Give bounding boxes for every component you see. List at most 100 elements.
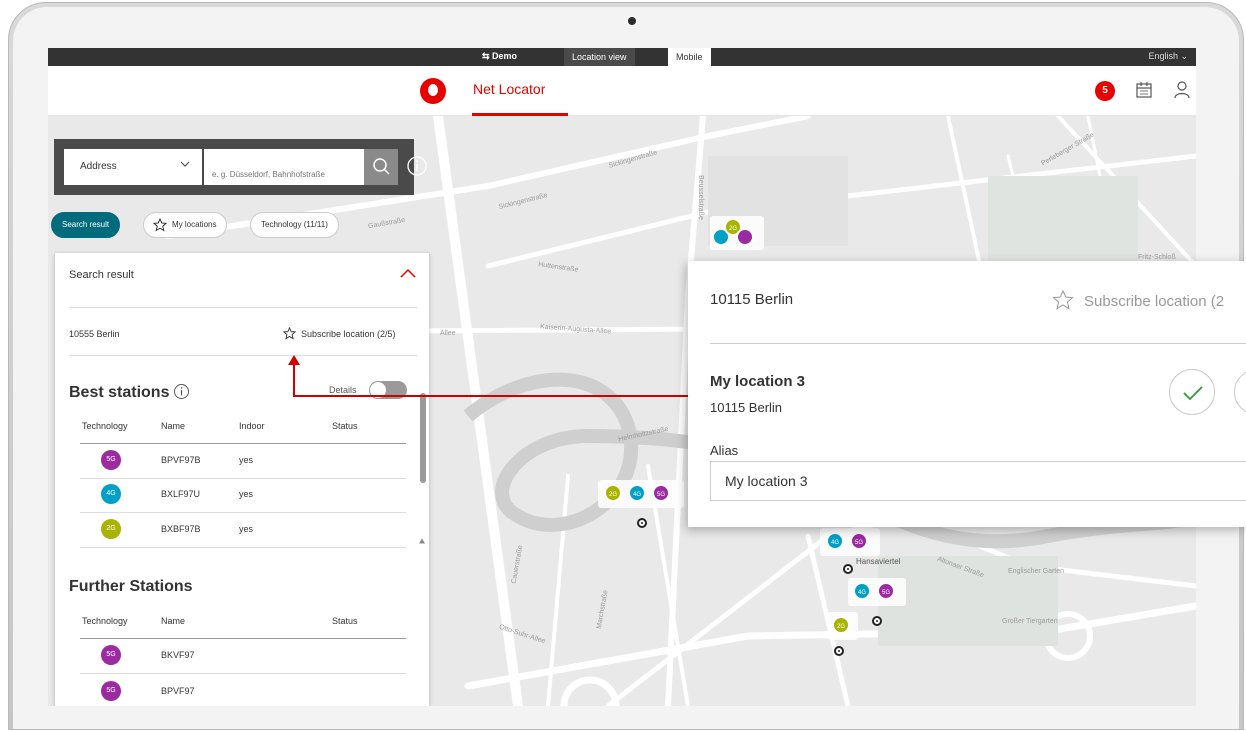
station-indoor: yes [239,489,254,499]
divider [710,343,1246,344]
col-name: Name [161,616,186,626]
alias-label: Alias [710,443,739,458]
antenna-icon[interactable] [834,646,844,656]
street-label: Allee [440,330,456,337]
table-header-line [80,443,406,444]
app-title[interactable]: Net Locator [473,81,545,97]
cancel-button[interactable] [1234,369,1246,415]
calendar-icon[interactable] [1135,81,1153,99]
best-stations-label: Best stations [69,384,170,401]
annotation-arrow-horizontal [293,395,693,397]
station-name[interactable]: BXLF97U [161,489,200,499]
user-icon[interactable] [1173,80,1193,100]
check-icon [1183,386,1203,401]
tech-badge-4g: 4G [101,484,121,504]
confirm-button[interactable] [1169,369,1215,415]
antenna-icon[interactable] [843,564,853,574]
park-label: Großer Tiergarten [1002,618,1058,625]
marker-5g[interactable] [736,228,754,246]
popup-subscribe-label: Subscribe location (2 [1084,293,1225,310]
info-icon[interactable] [406,155,428,177]
further-stations-title: Further Stations [69,578,193,595]
language-selector[interactable]: English ⌄ [1148,51,1188,62]
divider [69,307,417,308]
camera-dot [628,17,636,25]
search-bar: Address [54,139,427,195]
station-name[interactable]: BPVF97 [161,686,195,696]
search-result-panel: Search result 10555 Berlin Subscribe loc… [55,253,429,706]
stage: ⇆ Demo Location view Mobile English ⌄ Ne… [0,0,1246,731]
top-bar: ⇆ Demo Location view Mobile English ⌄ [48,48,1196,66]
tech-badge-5g: 5G [101,681,121,701]
marker-2g[interactable]: 2G [832,616,850,634]
app-header: Net Locator 5 [48,66,1196,116]
station-indoor: yes [239,455,254,465]
marker-5g[interactable]: 5G [877,582,895,600]
divider [69,355,417,356]
search-type-select[interactable]: Address [64,149,202,185]
star-icon [1052,289,1074,310]
details-label: Details [329,385,357,395]
marker-4g[interactable]: 4G [826,532,844,550]
marker-5g[interactable]: 5G [652,484,670,502]
info-icon[interactable] [173,383,190,400]
row-divider [80,673,406,674]
panel-heading: Search result [69,269,134,281]
tech-badge-5g: 5G [101,645,121,665]
marker-4g[interactable]: 4G [853,582,871,600]
chip-search-result[interactable]: Search result [51,212,121,238]
marker-2g[interactable]: 2G [604,484,622,502]
park-label: Englischer Garten [1008,568,1065,575]
star-icon [153,218,167,232]
street-label: Beusselstraße [696,175,704,220]
brand-logo [420,78,446,104]
station-name[interactable]: BPVF97B [161,455,201,465]
scrollbar-thumb[interactable] [420,393,426,483]
search-input[interactable] [204,149,364,185]
tech-badge-5g: 5G [101,450,121,470]
search-type-value: Address [80,161,117,172]
col-indoor: Indoor [239,421,265,431]
col-status: Status [332,616,358,626]
table-header-line [80,638,406,639]
chip-technology[interactable]: Technology (11/11) [250,212,339,238]
location-city: 10115 Berlin [710,400,783,415]
best-stations-title: Best stations [69,383,190,402]
antenna-icon[interactable] [637,518,647,528]
place-label: Fritz-Schloß [1138,254,1176,261]
star-icon [283,327,296,340]
popup-city: 10115 Berlin [710,291,794,308]
chip-label: My locations [172,220,217,229]
demo-switch[interactable]: ⇆ Demo [482,51,517,62]
marker-4g[interactable]: 4G [628,484,646,502]
tech-badge-2g: 2G [101,519,121,539]
col-status: Status [332,421,358,431]
station-indoor: yes [239,524,254,534]
station-name[interactable]: BXBF97B [161,524,201,534]
col-technology: Technology [82,616,128,626]
row-divider [80,478,406,479]
chip-my-locations[interactable]: My locations [143,212,228,238]
notification-badge[interactable]: 5 [1095,81,1115,101]
antenna-icon[interactable] [872,616,882,626]
col-technology: Technology [82,421,128,431]
location-name: My location 3 [710,373,806,390]
station-name[interactable]: BKVF97 [161,650,195,660]
marker-5g[interactable]: 5G [850,532,868,550]
search-button[interactable] [364,149,398,185]
alias-input[interactable] [710,461,1246,501]
result-city: 10555 Berlin [69,329,120,339]
row-divider [80,547,406,548]
col-name: Name [161,421,186,431]
tab-mobile[interactable]: Mobile [668,48,711,66]
location-popup: 10115 Berlin Subscribe location (2 My lo… [688,261,1246,527]
tab-location-view[interactable]: Location view [564,48,635,66]
subscribe-label: Subscribe location (2/5) [301,329,396,339]
subscribe-location-button[interactable]: Subscribe location (2/5) [283,327,396,340]
search-icon [373,158,390,175]
district-label: Hansaviertel [856,557,901,566]
chevron-down-icon [180,161,190,167]
popup-subscribe-button[interactable]: Subscribe location (2 [1052,289,1224,311]
chevron-up-icon[interactable] [399,267,417,279]
row-divider [80,512,406,513]
